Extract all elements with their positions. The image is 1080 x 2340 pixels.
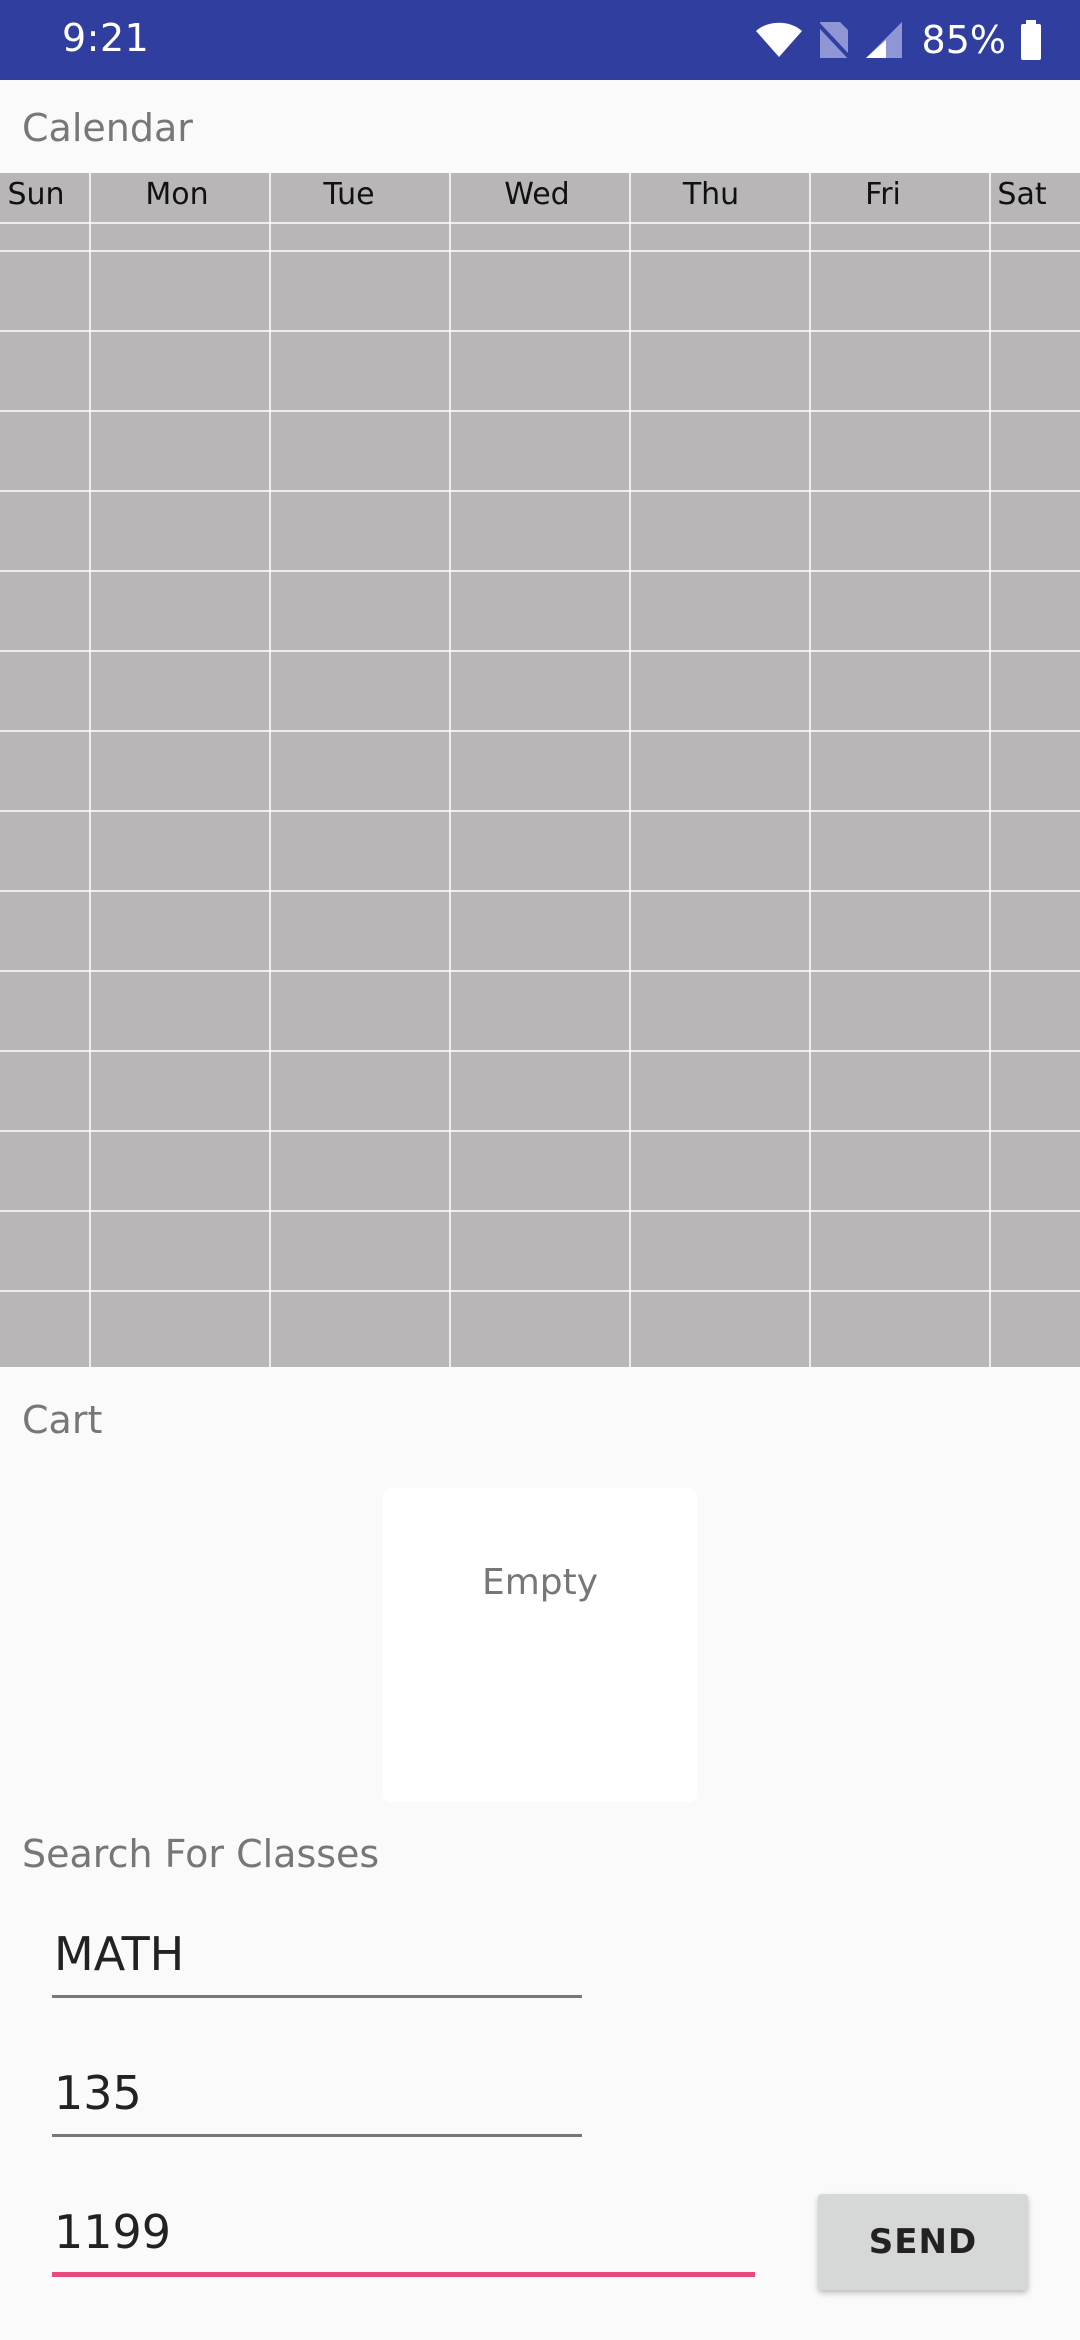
cart-title: Cart [22,1398,103,1442]
subject-underline [52,1995,582,1998]
calendar-title: Calendar [22,106,193,150]
cell-signal-icon [865,22,902,58]
subject-field[interactable] [52,1918,584,1998]
term-field[interactable] [52,2196,757,2277]
course-number-input[interactable] [52,2057,584,2129]
status-time: 9:21 [62,16,150,60]
wifi-icon [755,22,802,57]
cart-list[interactable]: Empty [383,1488,697,1802]
calendar-grid[interactable]: Sun Mon Tue Wed Thu Fri Sat [0,173,1080,1367]
battery-icon [1021,20,1041,60]
status-bar: 9:21 85% [0,0,1080,80]
term-input[interactable] [52,2196,757,2268]
calendar-grid-lines [0,173,1080,1367]
course-number-field[interactable] [52,2057,584,2137]
send-button[interactable]: SEND [818,2194,1028,2290]
battery-percent: 85% [921,18,1006,62]
cart-empty-label: Empty [481,1562,599,1603]
term-underline-active [52,2272,755,2277]
search-title: Search For Classes [22,1832,380,1876]
no-sim-icon [817,22,850,60]
subject-input[interactable] [52,1918,584,1990]
status-icons: 85% [754,14,1042,66]
course-number-underline [52,2134,582,2137]
